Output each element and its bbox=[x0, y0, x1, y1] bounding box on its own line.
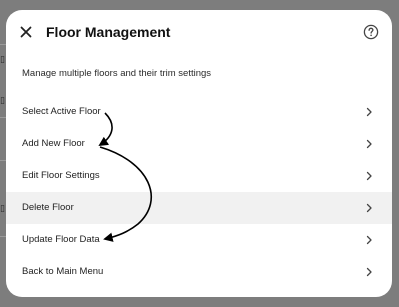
menu-item-label: Back to Main Menu bbox=[22, 266, 104, 277]
dialog-header: Floor Management bbox=[6, 10, 392, 54]
menu-item-update-floor-data[interactable]: Update Floor Data bbox=[6, 224, 392, 256]
menu-item-label: Update Floor Data bbox=[22, 234, 100, 245]
menu-item-back-to-main-menu[interactable]: Back to Main Menu bbox=[6, 256, 392, 288]
background-icon: ▯ bbox=[0, 204, 5, 214]
menu-item-label: Select Active Floor bbox=[22, 106, 101, 117]
menu-item-select-active-floor[interactable]: Select Active Floor bbox=[6, 96, 392, 128]
dialog-title: Floor Management bbox=[46, 24, 171, 40]
background-icon: ▯ bbox=[0, 55, 5, 65]
background-icon: ▯ bbox=[0, 96, 5, 106]
menu-item-label: Edit Floor Settings bbox=[22, 170, 100, 181]
chevron-right-icon bbox=[366, 203, 372, 213]
dialog-subtitle: Manage multiple floors and their trim se… bbox=[22, 68, 212, 79]
menu-item-label: Delete Floor bbox=[22, 202, 74, 213]
chevron-right-icon bbox=[366, 267, 372, 277]
chevron-right-icon bbox=[366, 235, 372, 245]
floor-management-dialog: Floor Management Manage multiple floors … bbox=[6, 10, 392, 297]
menu-item-edit-floor-settings[interactable]: Edit Floor Settings bbox=[6, 160, 392, 192]
menu-item-delete-floor[interactable]: Delete Floor bbox=[6, 192, 392, 224]
help-circle-icon[interactable] bbox=[363, 24, 379, 40]
menu-item-add-new-floor[interactable]: Add New Floor bbox=[6, 128, 392, 160]
chevron-right-icon bbox=[366, 171, 372, 181]
menu-item-label: Add New Floor bbox=[22, 138, 85, 149]
chevron-right-icon bbox=[366, 139, 372, 149]
chevron-right-icon bbox=[366, 107, 372, 117]
close-icon[interactable] bbox=[18, 24, 34, 40]
